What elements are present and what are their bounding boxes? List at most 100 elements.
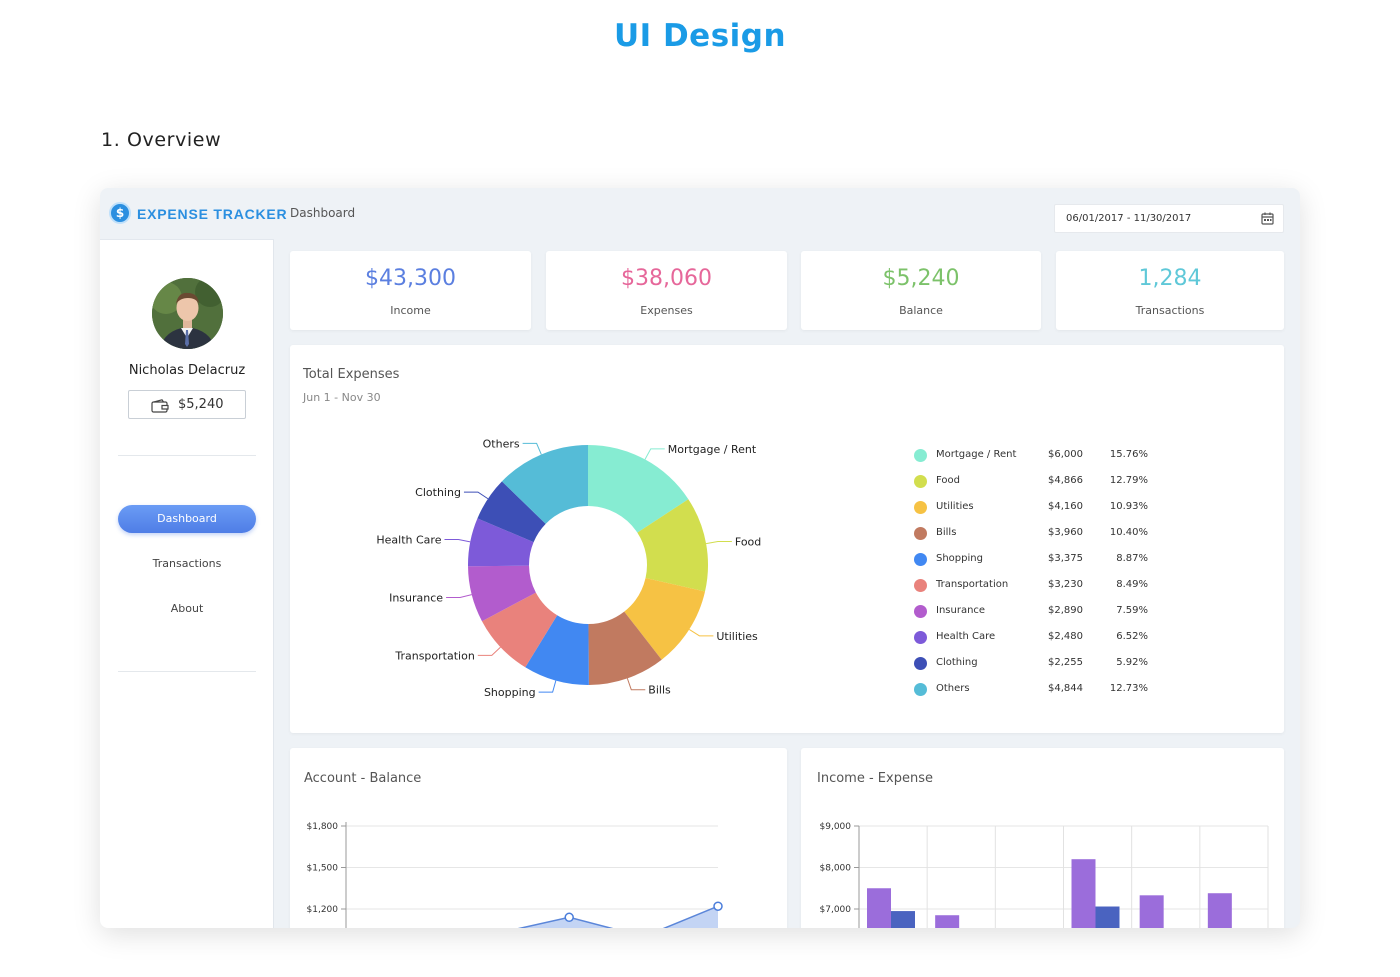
legend-item[interactable]: Others $4,844 12.73% — [914, 682, 1164, 696]
stat-label: Transactions — [1135, 304, 1205, 317]
logo-bar: $ EXPENSE TRACKER — [100, 188, 287, 240]
donut-leader-line — [644, 448, 665, 460]
donut-label: Insurance — [389, 592, 443, 605]
date-range-picker[interactable]: 06/01/2017 - 11/30/2017 — [1054, 204, 1284, 233]
legend-amount: $6,000 — [1048, 449, 1083, 460]
donut-label: Utilities — [716, 630, 758, 643]
legend-amount: $3,375 — [1048, 553, 1083, 564]
stat-card-balance[interactable]: $5,240 Balance — [801, 251, 1041, 330]
app-name: EXPENSE TRACKER — [137, 206, 288, 222]
stat-label: Balance — [899, 304, 943, 317]
donut-label: Clothing — [415, 486, 461, 499]
donut-label: Transportation — [394, 649, 474, 662]
legend-color-dot — [914, 553, 927, 566]
expense-bar[interactable] — [891, 911, 915, 928]
panel-subtitle: Jun 1 - Nov 30 — [303, 391, 381, 404]
wallet-icon — [151, 399, 169, 413]
logo-icon: $ — [109, 202, 131, 224]
legend-percent: 12.73% — [1109, 683, 1148, 694]
legend-percent: 7.59% — [1116, 605, 1148, 616]
income-bar[interactable] — [1139, 895, 1164, 928]
legend-color-dot — [914, 475, 927, 488]
legend-item[interactable]: Food $4,866 12.79% — [914, 474, 1164, 488]
legend-name: Mortgage / Rent — [936, 449, 1017, 460]
date-range-value: 06/01/2017 - 11/30/2017 — [1066, 213, 1192, 224]
legend-amount: $4,160 — [1048, 501, 1083, 512]
legend-percent: 12.79% — [1109, 475, 1148, 486]
stat-value: $38,060 — [621, 266, 712, 291]
stat-label: Income — [390, 304, 431, 317]
expenses-donut-chart: Mortgage / Rent Food Utilities Bills Shoppin… — [376, 437, 761, 699]
donut-leader-line — [688, 628, 714, 637]
account-balance-panel: Account - Balance $1,800 $1,500 $1,200 — [290, 748, 787, 928]
y-tick-label: $1,200 — [307, 905, 339, 915]
y-tick-label: $1,800 — [307, 822, 339, 832]
panel-title: Total Expenses — [303, 367, 400, 382]
legend-name: Clothing — [936, 657, 978, 668]
balance-point[interactable] — [713, 901, 723, 911]
stat-card-transactions[interactable]: 1,284 Transactions — [1056, 251, 1284, 330]
donut-label: Mortgage / Rent — [668, 443, 757, 456]
user-name: Nicholas Delacruz — [128, 363, 246, 378]
legend-amount: $2,890 — [1048, 605, 1083, 616]
legend-color-dot — [914, 605, 927, 618]
donut-leader-line — [706, 541, 732, 545]
legend-percent: 6.52% — [1116, 631, 1148, 642]
legend-color-dot — [914, 449, 927, 462]
legend-name: Insurance — [936, 605, 986, 616]
income-bar[interactable] — [1207, 893, 1232, 928]
nav-about[interactable]: About — [100, 602, 274, 615]
legend-color-dot — [914, 527, 927, 540]
income-bar[interactable] — [935, 915, 960, 928]
income-bar[interactable] — [1071, 859, 1096, 928]
legend-name: Shopping — [936, 553, 983, 564]
income-bar[interactable] — [867, 888, 891, 928]
legend-item[interactable]: Clothing $2,255 5.92% — [914, 656, 1164, 670]
account-balance-chart: $1,800 $1,500 $1,200 — [307, 822, 723, 928]
donut-leader-line — [538, 680, 557, 693]
stat-value: 1,284 — [1138, 266, 1202, 291]
legend-amount: $2,480 — [1048, 631, 1083, 642]
legend-amount: $3,960 — [1048, 527, 1083, 538]
stat-card-income[interactable]: $43,300 Income — [290, 251, 531, 330]
sidebar-divider — [118, 455, 256, 456]
legend-name: Others — [936, 683, 970, 694]
legend-item[interactable]: Utilities $4,160 10.93% — [914, 500, 1164, 514]
legend-item[interactable]: Mortgage / Rent $6,000 15.76% — [914, 448, 1164, 462]
nav-transactions[interactable]: Transactions — [100, 557, 274, 570]
legend-item[interactable]: Insurance $2,890 7.59% — [914, 604, 1164, 618]
avatar[interactable] — [152, 278, 223, 349]
stat-value: $43,300 — [365, 266, 456, 291]
donut-label: Shopping — [484, 686, 536, 699]
donut-label: Health Care — [376, 534, 441, 547]
expense-bar[interactable] — [1095, 906, 1120, 928]
page-title: UI Design — [613, 18, 787, 54]
legend-item[interactable]: Bills $3,960 10.40% — [914, 526, 1164, 540]
donut-label: Others — [483, 437, 520, 450]
wallet-balance[interactable]: $5,240 — [128, 390, 246, 419]
y-tick-label: $8,000 — [820, 864, 852, 874]
stat-card-expenses[interactable]: $38,060 Expenses — [546, 251, 787, 330]
legend-percent: 8.49% — [1116, 579, 1148, 590]
legend-name: Transportation — [936, 579, 1009, 590]
sidebar: $ EXPENSE TRACKER Nicholas Delacruz $5,2… — [100, 188, 287, 928]
income-expense-panel: Income - Expense $9,000 $8,000 $7,000 — [801, 748, 1284, 928]
calendar-icon[interactable] — [1261, 212, 1274, 225]
legend-item[interactable]: Transportation $3,230 8.49% — [914, 578, 1164, 592]
legend-color-dot — [914, 501, 927, 514]
donut-leader-line — [626, 678, 646, 691]
donut-leader-line — [522, 442, 542, 455]
donut-leader-line — [446, 594, 472, 599]
legend-color-dot — [914, 657, 927, 670]
balance-point[interactable] — [564, 912, 574, 923]
legend-color-dot — [914, 683, 927, 696]
y-tick-label: $7,000 — [820, 905, 852, 915]
legend-item[interactable]: Health Care $2,480 6.52% — [914, 630, 1164, 644]
legend-item[interactable]: Shopping $3,375 8.87% — [914, 552, 1164, 566]
legend-color-dot — [914, 631, 927, 644]
y-tick-label: $1,500 — [307, 864, 339, 874]
nav-dashboard[interactable]: Dashboard — [118, 505, 256, 533]
donut-label: Bills — [648, 684, 671, 697]
donut-leader-line — [444, 539, 471, 543]
app-window: $ EXPENSE TRACKER Nicholas Delacruz $5,2… — [100, 188, 1300, 928]
